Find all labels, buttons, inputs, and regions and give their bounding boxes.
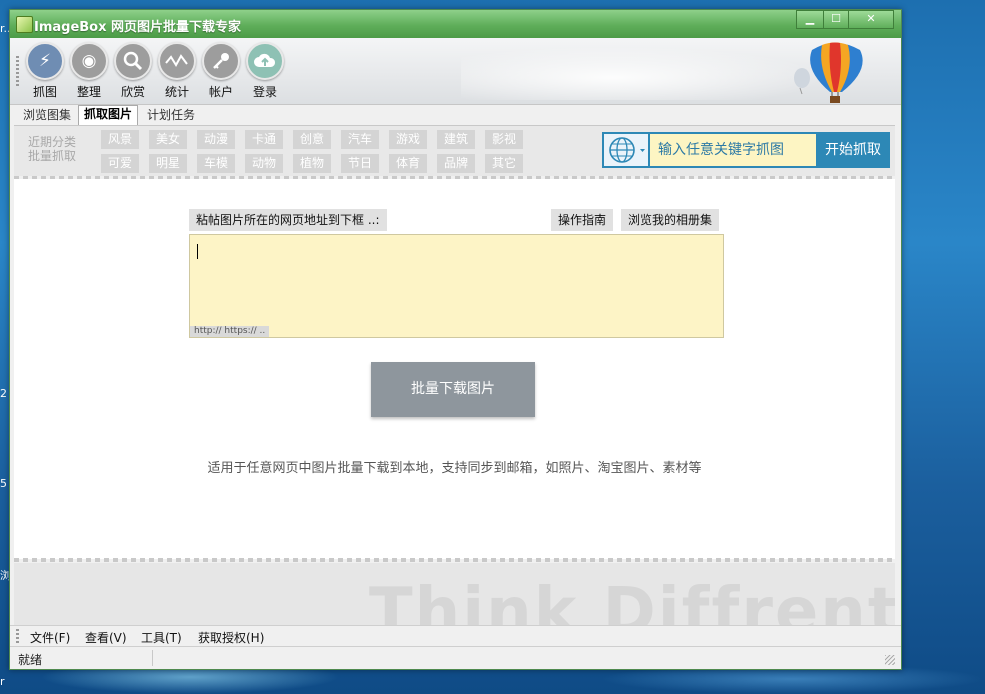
grab-panel: 粘帖图片所在的网页地址到下框 ..: 操作指南 浏览我的相册集 http:// … [14, 179, 895, 559]
window-title: ImageBox 网页图片批量下载专家 [34, 20, 242, 35]
tool-organize-label: 整理 [76, 85, 101, 99]
tab-browse-albums[interactable]: 浏览图集 [18, 107, 76, 124]
status-bar: 就绪 [10, 646, 901, 669]
key-icon [202, 42, 240, 80]
category-button[interactable]: 影视 [485, 130, 523, 149]
category-bar: 近期分类 批量抓取 风景 美女 动漫 卡通 创意 汽车 游戏 建筑 影视 可爱 … [14, 125, 895, 176]
tool-organize[interactable]: ◉ 整理 [69, 42, 109, 100]
category-note-line1: 近期分类 [28, 135, 77, 149]
category-button[interactable]: 汽车 [341, 130, 379, 149]
text-caret [197, 244, 198, 259]
dotted-divider [14, 558, 895, 562]
maximize-button[interactable]: ☐ [823, 10, 849, 29]
tool-stats[interactable]: 统计 [157, 42, 197, 100]
guide-button[interactable]: 操作指南 [551, 209, 614, 231]
category-button[interactable]: 游戏 [389, 130, 427, 149]
app-cube-icon [16, 16, 33, 33]
category-button[interactable]: 车模 [197, 154, 235, 173]
category-button[interactable]: 植物 [293, 154, 331, 173]
keyword-search-box: 输入任意关键字抓图 开始抓取 [602, 132, 890, 168]
tool-login[interactable]: 登录 [245, 42, 285, 100]
category-button[interactable]: 其它 [485, 154, 523, 173]
title-bar[interactable]: ImageBox 网页图片批量下载专家 ▁ ☐ ✕ [10, 10, 901, 38]
menu-tools[interactable]: 工具(T) [141, 629, 182, 646]
category-button[interactable]: 动漫 [197, 130, 235, 149]
desktop-text-fragment: r [0, 675, 5, 688]
desktop-text-fragment: 2 [0, 387, 7, 400]
feature-description: 适用于任意网页中图片批量下载到本地，支持同步到邮箱，如照片、淘宝图片、素材等 [207, 461, 702, 476]
tool-stats-label: 统计 [164, 85, 189, 99]
keyword-input[interactable]: 输入任意关键字抓图 [650, 134, 816, 166]
tab-scheduled-tasks[interactable]: 计划任务 [142, 107, 200, 124]
category-button[interactable]: 可爱 [101, 154, 139, 173]
tab-strip: 浏览图集 抓取图片 计划任务 [14, 105, 894, 125]
category-button[interactable]: 风景 [101, 130, 139, 149]
menu-bar: 文件(F) 查看(V) 工具(T) 获取授权(H) [10, 625, 901, 646]
hot-air-balloon-logo [794, 42, 863, 103]
category-button[interactable]: 美女 [149, 130, 187, 149]
target-icon: ◉ [70, 42, 108, 80]
toolbar-grip[interactable] [16, 56, 19, 86]
tool-view-label: 欣赏 [120, 85, 145, 99]
tool-grab-label: 抓图 [32, 85, 57, 99]
category-button[interactable]: 建筑 [437, 130, 475, 149]
tool-login-label: 登录 [252, 85, 277, 99]
desktop-text-fragment: 5 [0, 477, 7, 490]
category-button[interactable]: 动物 [245, 154, 283, 173]
category-button[interactable]: 品牌 [437, 154, 475, 173]
toolbar-cloud-decoration [461, 44, 841, 100]
watermark-band: Think Diffrent [14, 563, 895, 625]
chart-wave-icon [158, 42, 196, 80]
menu-get-license[interactable]: 获取授权(H) [198, 629, 264, 646]
main-toolbar: ⚡ 抓图 ◉ 整理 欣赏 统计 帐户 登录 [10, 38, 901, 105]
category-button[interactable]: 卡通 [245, 130, 283, 149]
category-note-line2: 批量抓取 [28, 149, 77, 163]
category-button[interactable]: 创意 [293, 130, 331, 149]
browse-albums-button[interactable]: 浏览我的相册集 [621, 209, 720, 231]
menu-view[interactable]: 查看(V) [85, 629, 127, 646]
category-button[interactable]: 节日 [341, 154, 379, 173]
tool-account-label: 帐户 [208, 85, 233, 99]
close-button[interactable]: ✕ [848, 10, 894, 29]
status-separator [152, 650, 153, 666]
tool-grab[interactable]: ⚡ 抓图 [25, 42, 65, 100]
paste-url-label: 粘帖图片所在的网页地址到下框 ..: [189, 209, 387, 231]
search-icon [114, 42, 152, 80]
tab-grab-images[interactable]: 抓取图片 [78, 105, 139, 125]
menubar-grip[interactable] [16, 629, 19, 643]
start-grab-button[interactable]: 开始抓取 [818, 134, 888, 166]
tool-view[interactable]: 欣赏 [113, 42, 153, 100]
app-window: ImageBox 网页图片批量下载专家 ▁ ☐ ✕ ⚡ 抓图 ◉ 整理 欣赏 统… [9, 9, 902, 670]
batch-download-button[interactable]: 批量下载图片 [371, 362, 535, 417]
cloud-upload-icon [246, 42, 284, 80]
status-text: 就绪 [18, 653, 43, 667]
category-button[interactable]: 体育 [389, 154, 427, 173]
minimize-button[interactable]: ▁ [796, 10, 824, 29]
category-button[interactable]: 明星 [149, 154, 187, 173]
globe-dropdown[interactable] [604, 134, 648, 166]
globe-icon [609, 137, 645, 163]
url-hint: http:// https:// .. [190, 326, 270, 337]
url-textarea[interactable]: http:// https:// .. [189, 234, 724, 338]
watermark-text: Think Diffrent [369, 575, 895, 625]
menu-file[interactable]: 文件(F) [30, 629, 70, 646]
resize-grip[interactable] [885, 655, 895, 665]
lightning-icon: ⚡ [26, 42, 64, 80]
tool-account[interactable]: 帐户 [201, 42, 241, 100]
